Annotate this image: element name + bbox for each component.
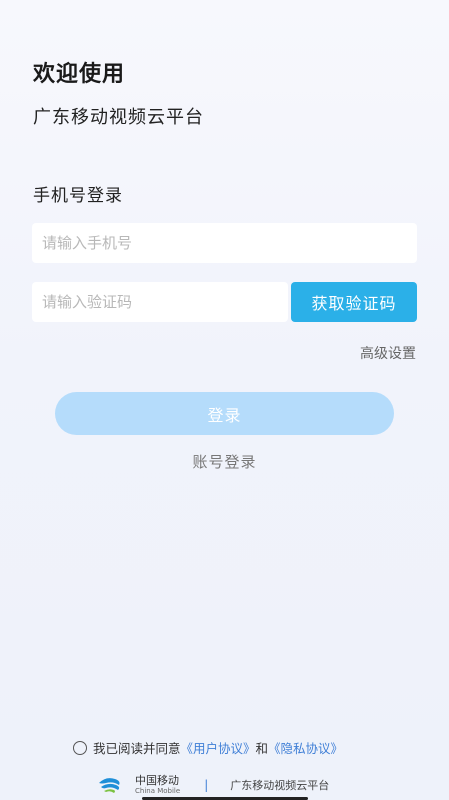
account-login-link[interactable]: 账号登录 [0,451,449,472]
brand-name-en: China Mobile [135,787,181,795]
brand-name-cn: 中国移动 [135,774,179,787]
agreement-checkbox[interactable] [73,740,87,755]
phone-input[interactable] [32,223,417,263]
verification-code-input[interactable] [32,282,288,322]
agreement-conjunction: 和 [255,741,269,756]
platform-subtitle: 广东移动视频云平台 [33,107,204,128]
user-agreement-link[interactable]: 《用户协议》 [181,738,256,757]
login-button[interactable]: 登录 [55,392,394,435]
footer-divider: | [204,778,209,792]
footer: 中国移动 China Mobile | 广东移动视频云平台 [97,773,329,797]
privacy-policy-link[interactable]: 《隐私协议》 [268,738,343,757]
footer-platform-name: 广东移动视频云平台 [230,779,330,792]
login-screen: 欢迎使用 广东移动视频云平台 手机号登录 获取验证码 高级设置 登录 账号登录 … [0,0,449,800]
brand-logo-text: 中国移动 China Mobile [135,775,180,795]
get-code-button[interactable]: 获取验证码 [291,282,417,322]
china-mobile-logo-icon [99,778,120,793]
agreement-row: 我已阅读并同意 《用户协议》 和 《隐私协议》 [73,738,343,757]
phone-login-title: 手机号登录 [33,186,123,206]
agreement-prefix: 我已阅读并同意 [93,741,181,756]
advanced-settings-link[interactable]: 高级设置 [360,343,416,363]
welcome-title: 欢迎使用 [33,62,126,87]
